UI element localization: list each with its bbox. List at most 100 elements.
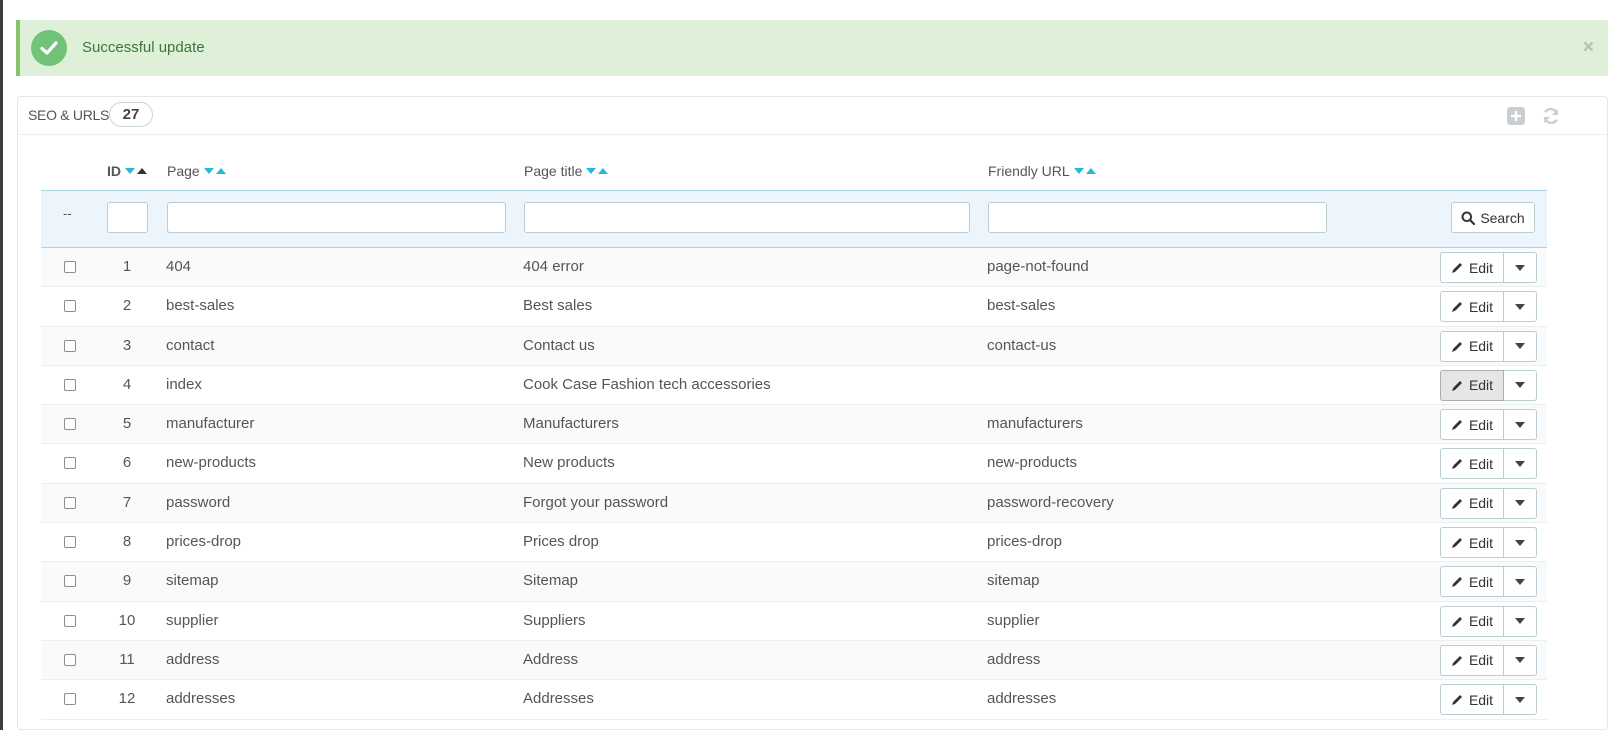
row-actions-dropdown-button[interactable] [1504,291,1537,323]
sort-asc-icon[interactable] [215,168,226,174]
pencil-icon [1451,695,1462,706]
row-checkbox[interactable] [64,496,76,509]
row-friendly-url: contact-us [987,336,1057,354]
row-checkbox[interactable] [64,457,76,470]
edit-button[interactable]: Edit [1440,291,1504,323]
row-friendly-url: address [987,650,1041,668]
row-actions-dropdown-button[interactable] [1504,369,1537,401]
row-actions-dropdown-button[interactable] [1504,330,1537,362]
row-actions: Edit [1440,252,1537,283]
add-new-button[interactable] [1505,105,1527,127]
row-actions-dropdown-button[interactable] [1504,409,1537,441]
row-id: 11 [119,650,135,668]
row-checkbox[interactable] [64,575,76,588]
row-friendly-url: prices-drop [987,533,1063,551]
filter-page-title-input[interactable] [524,202,970,233]
sort-desc-icon[interactable] [586,168,597,174]
search-button[interactable]: Search [1451,202,1535,233]
row-id: 8 [122,533,132,551]
bulk-select-placeholder: -- [63,206,72,221]
caret-down-icon [1515,421,1525,428]
row-id: 6 [122,454,132,472]
edit-button-label: Edit [1468,338,1494,355]
row-id: 9 [122,572,132,590]
table-row: 8 prices-drop Prices drop prices-drop Ed… [41,523,1547,563]
edit-button[interactable]: Edit [1440,644,1504,676]
table-row: 3 contact Contact us contact-us Edit [41,326,1547,366]
edit-button[interactable]: Edit [1440,684,1504,716]
row-checkbox[interactable] [64,261,76,273]
row-checkbox[interactable] [64,693,76,706]
sort-asc-icon[interactable] [1085,168,1096,174]
record-count-badge: 27 [109,102,153,127]
row-checkbox[interactable] [64,300,76,313]
seo-urls-table: ID Page Page title Friendly URL -- Searc… [41,155,1547,720]
row-actions-dropdown-button[interactable] [1504,252,1537,283]
filter-friendly-url-input[interactable] [988,202,1327,233]
row-checkbox[interactable] [64,378,76,391]
table-row: 12 addresses Addresses addresses Edit [41,680,1547,720]
edit-button[interactable]: Edit [1440,448,1504,480]
filter-id-input[interactable] [107,202,148,233]
sort-desc-icon[interactable] [1073,168,1084,174]
row-page-title: Forgot your password [523,493,669,511]
pencil-icon [1451,655,1462,666]
row-actions-dropdown-button[interactable] [1504,644,1537,676]
edit-button[interactable]: Edit [1440,527,1504,559]
row-actions-dropdown-button[interactable] [1504,487,1537,519]
edit-button-label: Edit [1468,652,1494,669]
row-friendly-url: best-sales [987,297,1056,315]
row-actions-dropdown-button[interactable] [1504,566,1537,598]
sort-asc-icon[interactable] [137,168,147,174]
left-sidebar-edge [0,0,3,730]
row-page: 404 [166,258,192,275]
row-checkbox[interactable] [64,339,76,352]
row-actions-dropdown-button[interactable] [1504,527,1537,559]
sort-asc-icon[interactable] [598,168,609,174]
table-row: 11 address Address address Edit [41,640,1547,681]
row-checkbox[interactable] [64,536,76,549]
row-actions-dropdown-button[interactable] [1504,448,1537,480]
table-body: 1 404 404 error page-not-found Edit 2 be… [41,248,1547,720]
edit-button-label: Edit [1468,298,1494,315]
search-button-label: Search [1480,209,1525,226]
pencil-icon [1451,420,1462,431]
column-header-page: Page [167,163,226,179]
edit-button[interactable]: Edit [1440,409,1504,441]
row-actions: Edit [1440,566,1537,598]
sort-desc-icon[interactable] [203,168,214,174]
edit-button-label: Edit [1468,377,1494,394]
row-friendly-url: page-not-found [987,258,1089,275]
edit-button[interactable]: Edit [1440,487,1504,519]
row-checkbox[interactable] [64,653,76,666]
row-actions: Edit [1440,527,1537,559]
row-page: contact [166,336,215,354]
caret-down-icon [1515,303,1525,310]
row-checkbox[interactable] [64,614,76,627]
edit-button[interactable]: Edit [1440,252,1504,283]
caret-down-icon [1515,657,1525,664]
row-actions: Edit [1440,684,1537,716]
edit-button[interactable]: Edit [1440,369,1504,401]
refresh-button[interactable] [1540,105,1562,127]
row-page-title: Manufacturers [523,415,619,433]
edit-button[interactable]: Edit [1440,605,1504,637]
row-page-title: 404 error [523,258,584,275]
sort-desc-icon[interactable] [125,168,135,174]
caret-down-icon [1515,578,1525,585]
edit-button-label: Edit [1468,534,1494,551]
edit-button-label: Edit [1468,613,1494,630]
table-row: 2 best-sales Best sales best-sales Edit [41,287,1547,327]
row-actions: Edit [1440,369,1537,401]
filter-page-input[interactable] [167,202,506,233]
row-checkbox[interactable] [64,418,76,431]
alert-message: Successful update [82,39,205,56]
pencil-icon [1451,616,1462,627]
alert-close-button[interactable]: × [1583,37,1594,59]
row-page-title: Sitemap [523,572,579,590]
row-page-title: Cook Case Fashion tech accessories [523,375,771,393]
row-actions-dropdown-button[interactable] [1504,605,1537,637]
edit-button[interactable]: Edit [1440,566,1504,598]
edit-button[interactable]: Edit [1440,330,1504,362]
row-actions-dropdown-button[interactable] [1504,684,1537,716]
